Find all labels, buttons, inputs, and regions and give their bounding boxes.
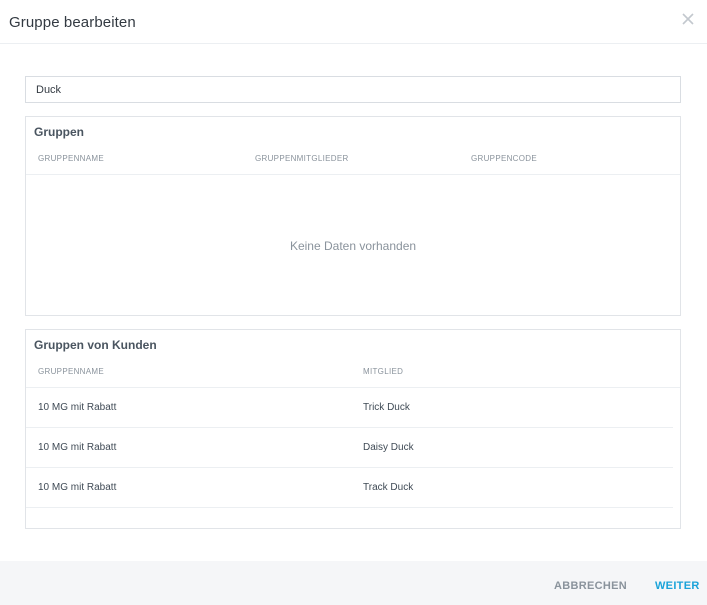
table-row[interactable]: 10 MG mit Rabatt Trick Duck bbox=[26, 388, 673, 428]
column-header-group-members[interactable]: GRUPPENMITGLIEDER bbox=[255, 154, 349, 163]
dialog-title: Gruppe bearbeiten bbox=[9, 14, 136, 31]
customer-groups-panel-title: Gruppen von Kunden bbox=[34, 338, 157, 352]
table-row[interactable]: 10 MG mit Rabatt Daisy Duck bbox=[26, 428, 673, 468]
cell-group-name: 10 MG mit Rabatt bbox=[38, 442, 117, 453]
cancel-button[interactable]: ABBRECHEN bbox=[554, 580, 627, 592]
close-icon[interactable] bbox=[680, 11, 696, 27]
cell-member: Track Duck bbox=[363, 482, 414, 493]
column-header-group-code[interactable]: GRUPPENCODE bbox=[471, 154, 537, 163]
cell-member: Daisy Duck bbox=[363, 442, 414, 453]
cell-member: Trick Duck bbox=[363, 402, 410, 413]
column-header-member[interactable]: MITGLIED bbox=[363, 367, 403, 376]
groups-panel-title: Gruppen bbox=[34, 125, 84, 139]
cell-group-name: 10 MG mit Rabatt bbox=[38, 402, 117, 413]
table-header-divider bbox=[26, 174, 680, 175]
table-row[interactable]: 10 MG mit Rabatt Track Duck bbox=[26, 468, 673, 508]
empty-state-message: Keine Daten vorhanden bbox=[289, 239, 417, 253]
customer-groups-panel: Gruppen von Kunden GRUPPENNAME MITGLIED … bbox=[25, 329, 681, 529]
search-input[interactable] bbox=[26, 77, 680, 102]
search-field[interactable] bbox=[25, 76, 681, 103]
column-header-group-name[interactable]: GRUPPENNAME bbox=[38, 367, 104, 376]
column-header-group-name[interactable]: GRUPPENNAME bbox=[38, 154, 104, 163]
cell-group-name: 10 MG mit Rabatt bbox=[38, 482, 117, 493]
groups-panel: Gruppen GRUPPENNAME GRUPPENMITGLIEDER GR… bbox=[25, 116, 681, 316]
dialog-header: Gruppe bearbeiten bbox=[0, 0, 707, 44]
next-button[interactable]: WEITER bbox=[655, 580, 700, 592]
dialog-footer: ABBRECHEN WEITER bbox=[0, 561, 707, 605]
